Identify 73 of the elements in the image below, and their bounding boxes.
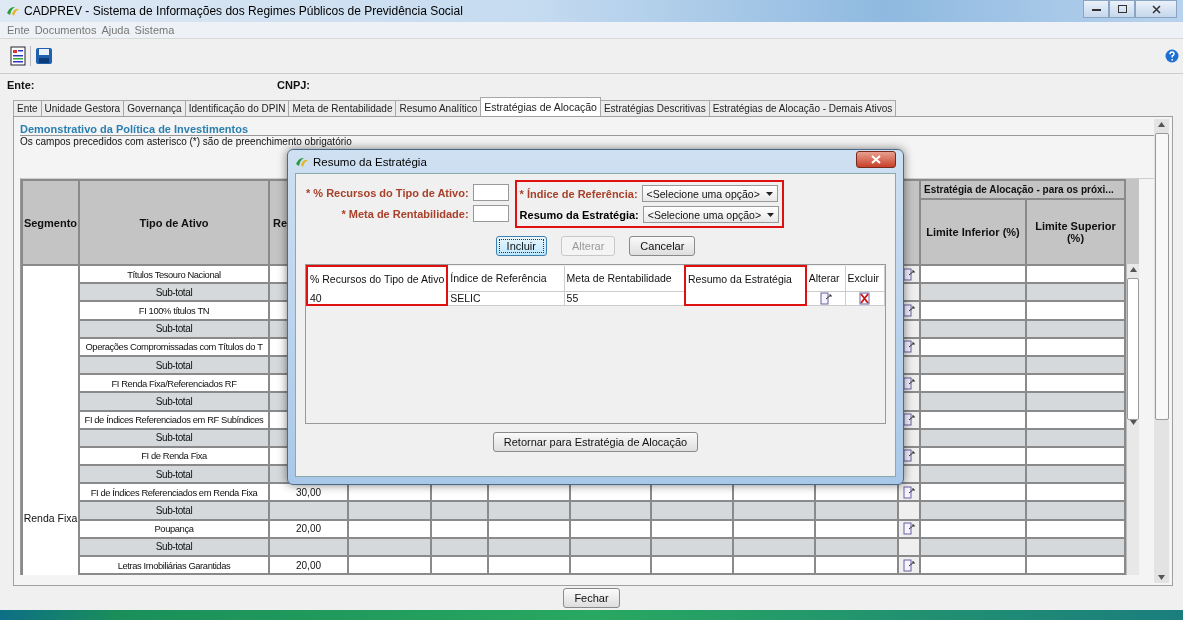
column-header: Limite Superior (%) [1026, 199, 1125, 265]
menu-item[interactable]: Ajuda [101, 24, 130, 36]
edit-icon[interactable] [903, 267, 915, 281]
table-cell: 40 [307, 291, 448, 305]
action-button[interactable]: Cancelar [629, 236, 696, 256]
input-field[interactable] [472, 205, 509, 222]
tab[interactable]: Estratégias de Alocação [480, 97, 601, 116]
column-header: Resumo da Estratégia [685, 266, 806, 291]
minimize-button[interactable] [1083, 0, 1109, 18]
maximize-button[interactable] [1109, 0, 1135, 18]
close-button[interactable] [856, 151, 896, 168]
column-header: % Recursos do Tipo de Ativo [307, 266, 448, 291]
edit-icon[interactable] [903, 485, 915, 499]
column-header: Alterar [805, 266, 846, 291]
column-header: Meta de Rentabilidade [564, 266, 686, 291]
dialog-title: Resumo da Estratégia [313, 155, 427, 168]
app-logo-icon [295, 155, 309, 168]
menu-item[interactable]: Documentos [34, 24, 97, 36]
column-header: Excluir [845, 266, 885, 291]
tab[interactable]: Resumo Analítico [395, 100, 482, 116]
tab[interactable]: Ente [13, 100, 42, 116]
return-button[interactable]: Retornar para Estratégia de Alocação [492, 432, 699, 452]
column-header: Tipo de Ativo [79, 180, 269, 265]
tab[interactable]: Governança [123, 100, 186, 116]
tab[interactable]: Unidade Gestora [40, 100, 125, 116]
panel-scrollbar[interactable] [1154, 119, 1169, 583]
maximize-icon [1117, 5, 1127, 13]
edit-icon[interactable] [903, 376, 915, 390]
scroll-up-icon[interactable] [1158, 122, 1165, 127]
edit-icon[interactable] [903, 522, 915, 536]
close-icon [871, 155, 881, 164]
field-label: Resumo da Estratégia: [519, 208, 639, 221]
caret-icon [767, 212, 775, 217]
dropdown[interactable]: <Selecione uma opção> [642, 206, 780, 223]
edit-icon[interactable] [819, 291, 832, 305]
close-icon [1151, 4, 1161, 14]
column-group-header: Estratégia de Alocação - para os próxi... [920, 180, 1125, 199]
segment-label: Renda Fixa [23, 512, 78, 524]
scroll-up-icon[interactable] [1129, 267, 1137, 272]
window-title: CADPREV - Sistema de Informações dos Regimes Públicos de Previdência Social [24, 4, 463, 18]
edit-icon[interactable] [903, 413, 915, 427]
document-icon[interactable] [10, 46, 26, 66]
tab[interactable]: Estratégias de Alocação - Demais Ativos [708, 100, 897, 116]
scroll-down-icon[interactable] [1158, 575, 1165, 580]
app-logo-icon [6, 5, 20, 17]
table-scrollbar[interactable] [1126, 264, 1139, 575]
column-header: Limite Inferior (%) [920, 199, 1026, 265]
save-icon[interactable] [35, 47, 53, 65]
help-icon[interactable] [1165, 49, 1179, 63]
close-button[interactable] [1135, 0, 1177, 18]
action-button[interactable]: Incluir [495, 236, 547, 256]
section-title: Demonstrativo da Política de Investimentos [20, 123, 1154, 136]
tab[interactable]: Estratégias Descritivas [599, 100, 710, 116]
edit-icon[interactable] [903, 449, 915, 463]
delete-icon[interactable] [859, 291, 871, 305]
tab[interactable]: Identificação do DPIN [184, 100, 290, 116]
edit-icon[interactable] [903, 303, 915, 317]
field-label: * Índice de Referência: [519, 187, 638, 200]
dropdown[interactable]: <Selecione uma opção> [641, 185, 778, 202]
note-text: Os campos precedidos com asterisco (*) são de preenchimento obrigatório [20, 136, 352, 147]
minimize-icon [1091, 7, 1101, 11]
close-window-button[interactable]: Fechar [563, 588, 620, 608]
column-header: Segmento [22, 180, 79, 265]
edit-icon[interactable] [903, 340, 915, 354]
field-label: CNPJ: [277, 79, 310, 91]
caret-icon [765, 191, 773, 196]
edit-icon[interactable] [903, 558, 915, 572]
column-header: Índice de Referência [447, 266, 565, 291]
menu-item[interactable]: Ente [7, 24, 30, 36]
menu-item[interactable]: Sistema [134, 24, 175, 36]
tab[interactable]: Meta de Rentabilidade [288, 100, 397, 116]
input-field[interactable] [472, 184, 509, 201]
field-label: Ente: [7, 79, 36, 91]
